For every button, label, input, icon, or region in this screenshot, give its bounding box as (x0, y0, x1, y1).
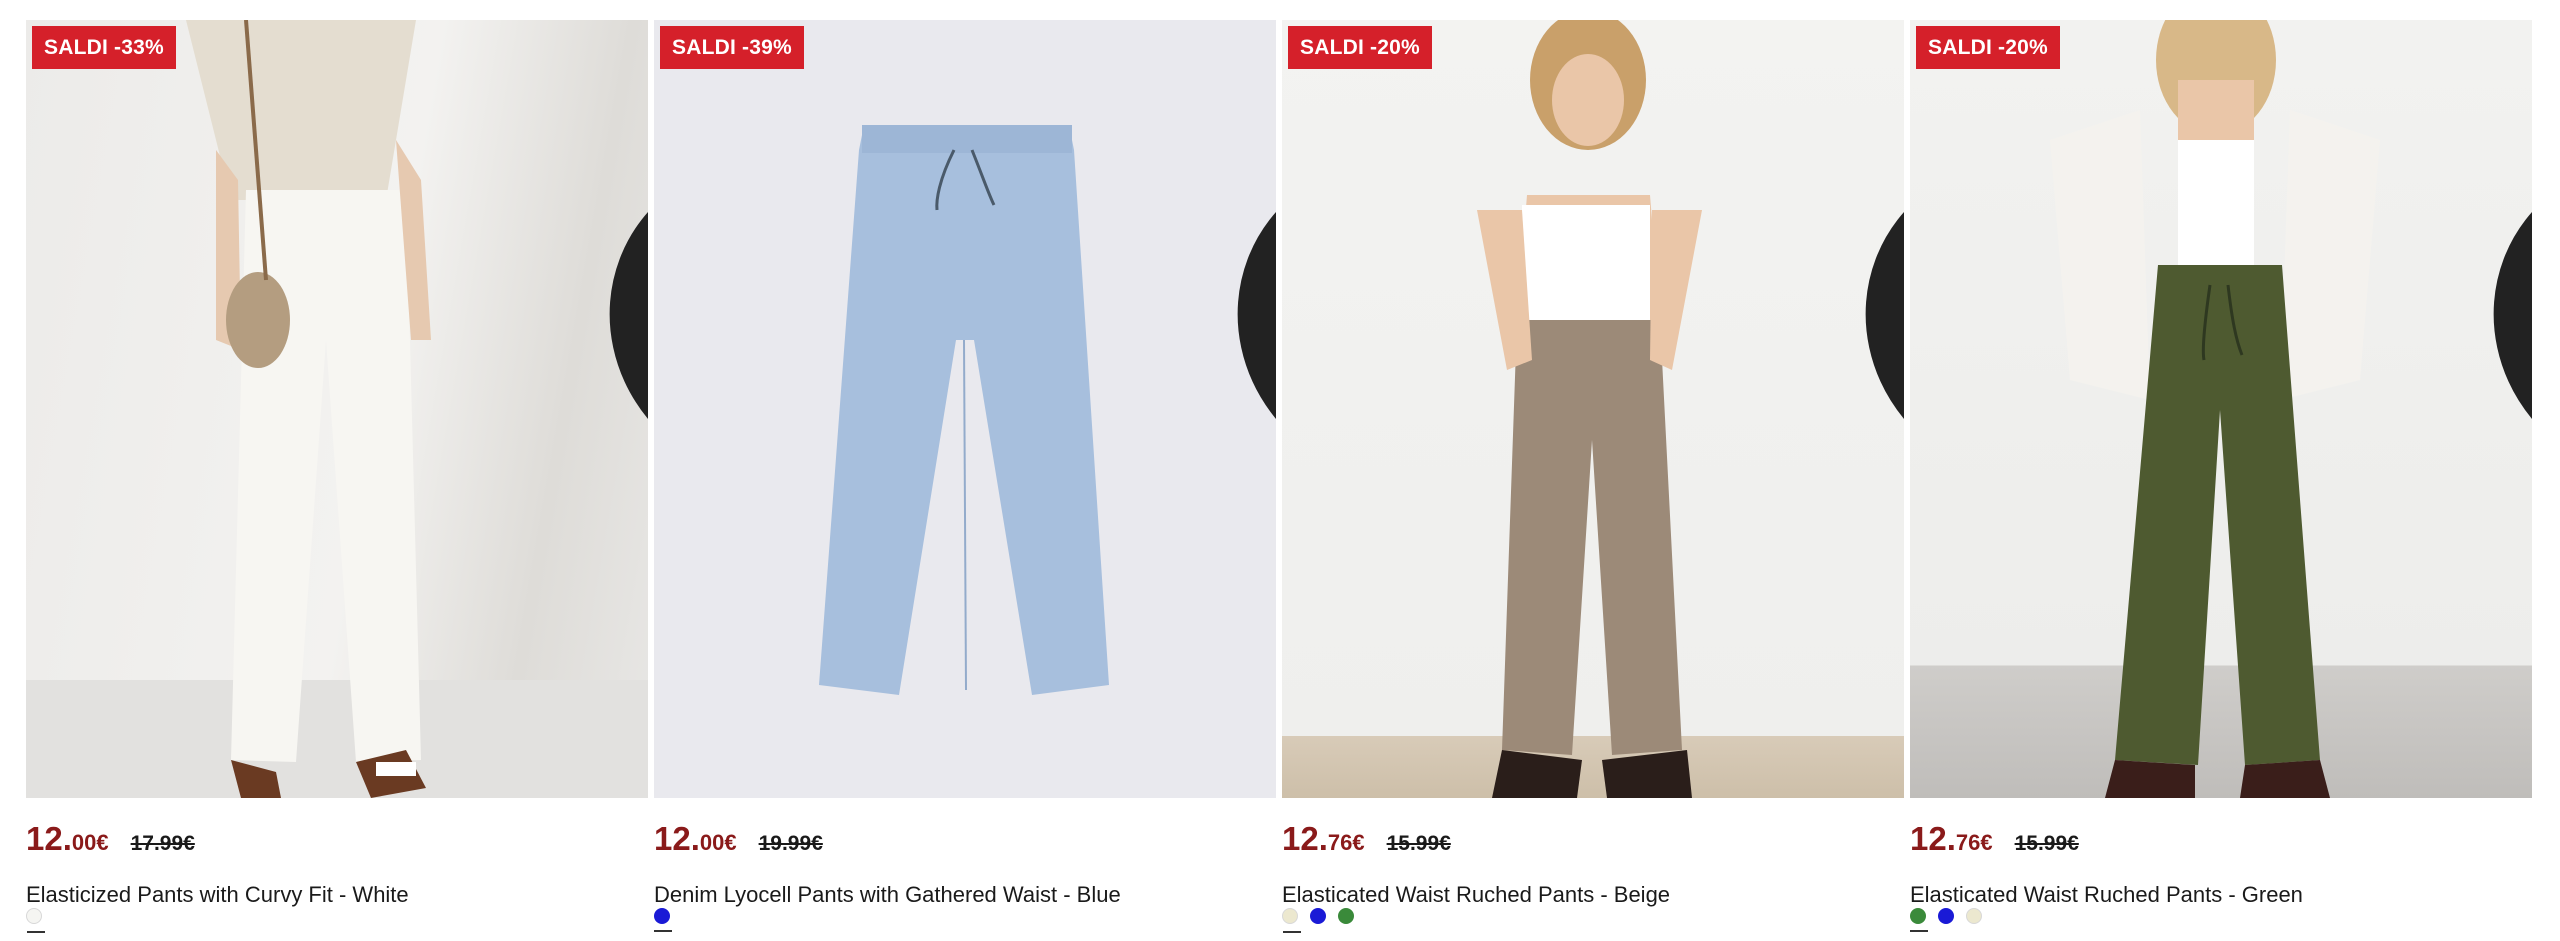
product-image[interactable]: SALDI -20% (1910, 20, 2532, 798)
sale-badge: SALDI -39% (660, 26, 804, 69)
price-block: 12. 76€ 15.99€ (1910, 820, 2079, 860)
color-swatch[interactable] (1338, 908, 1354, 924)
color-swatch[interactable] (1938, 908, 1954, 924)
sale-price-integer: 12. (1282, 820, 1328, 857)
sale-badge: SALDI -33% (32, 26, 176, 69)
sale-price-decimal: 76€ (1327, 830, 1365, 855)
color-swatch[interactable] (1282, 908, 1301, 933)
product-image[interactable]: SALDI -39% (654, 20, 1276, 798)
original-price: 15.99€ (2014, 832, 2079, 855)
price-block: 12. 76€ 15.99€ (1282, 820, 1451, 860)
product-photo-beige-pants (1477, 20, 1702, 798)
color-swatch[interactable] (26, 908, 45, 933)
original-price: 17.99€ (130, 832, 195, 855)
product-card[interactable]: SALDI -20% 12. 76€ 15.99€ Elasticated Wa… (1910, 20, 2532, 941)
sale-badge: SALDI -20% (1916, 26, 2060, 69)
product-photo-green-pants (2050, 20, 2380, 798)
product-title[interactable]: Elasticated Waist Ruched Pants - Green (1910, 882, 2303, 908)
heart-outline-icon[interactable] (602, 30, 648, 418)
price-block: 12. 00€ 17.99€ (26, 820, 195, 860)
heart-outline-icon[interactable] (1230, 30, 1276, 418)
product-card[interactable]: SALDI -33% 12. 00€ 17.99€ Elasticized Pa… (26, 20, 648, 941)
product-card[interactable]: SALDI -20% 12. 76€ 15.99€ Elasticated Wa… (1282, 20, 1904, 941)
product-title[interactable]: Denim Lyocell Pants with Gathered Waist … (654, 882, 1121, 908)
heart-outline-icon[interactable] (1858, 30, 1904, 418)
product-grid: SALDI -33% 12. 00€ 17.99€ Elasticized Pa… (26, 20, 2534, 941)
color-swatch[interactable] (1966, 908, 1982, 924)
color-swatches (1910, 908, 1982, 932)
product-image[interactable]: SALDI -20% (1282, 20, 1904, 798)
color-swatch[interactable] (654, 908, 672, 932)
original-price: 19.99€ (758, 832, 823, 855)
color-swatches (26, 908, 45, 933)
color-swatches (654, 908, 672, 932)
product-photo-white-pants (26, 20, 648, 798)
sale-price-decimal: 00€ (699, 830, 737, 855)
product-title[interactable]: Elasticated Waist Ruched Pants - Beige (1282, 882, 1670, 908)
color-swatches (1282, 908, 1354, 933)
color-swatch[interactable] (1310, 908, 1326, 924)
sale-price-integer: 12. (654, 820, 700, 857)
product-photo-blue-pants (819, 125, 1109, 695)
sale-price-decimal: 00€ (71, 830, 109, 855)
product-card[interactable]: SALDI -39% 12. 00€ 19.99€ Denim Lyocell … (654, 20, 1276, 941)
color-swatch[interactable] (1910, 908, 1928, 932)
product-title[interactable]: Elasticized Pants with Curvy Fit - White (26, 882, 409, 908)
sale-price-integer: 12. (26, 820, 72, 857)
product-image[interactable]: SALDI -33% (26, 20, 648, 798)
heart-outline-icon[interactable] (2486, 30, 2532, 418)
original-price: 15.99€ (1386, 832, 1451, 855)
sale-price-integer: 12. (1910, 820, 1956, 857)
sale-badge: SALDI -20% (1288, 26, 1432, 69)
price-block: 12. 00€ 19.99€ (654, 820, 823, 860)
sale-price-decimal: 76€ (1955, 830, 1993, 855)
